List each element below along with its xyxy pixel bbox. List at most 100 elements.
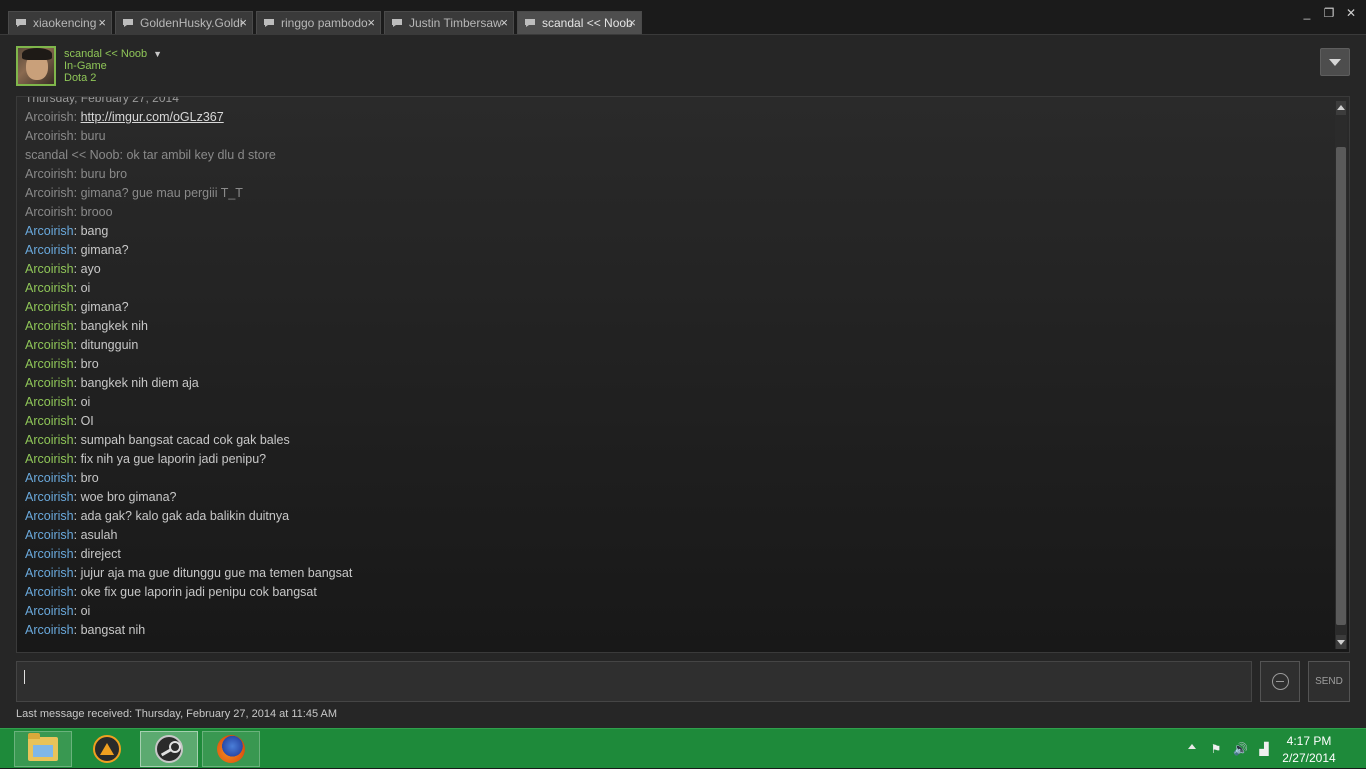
chat-message: Arcoirish: buru [25, 127, 352, 146]
taskbar-aimp[interactable] [78, 731, 136, 767]
message-text: bangkek nih [80, 319, 148, 333]
close-tab-icon[interactable]: × [367, 15, 375, 30]
steam-chat-window: xiaokencing × GoldenHusky.Goldi × ringgo pam… [0, 0, 1366, 728]
chevron-down-icon[interactable]: ▼ [153, 49, 162, 59]
avatar-hair [22, 48, 52, 60]
chat-bubble-icon [391, 18, 403, 28]
message-link[interactable]: http://imgur.com/oGLz367 [81, 110, 224, 124]
message-separator: : [73, 129, 81, 143]
chat-message: Arcoirish: fix nih ya gue laporin jadi p… [25, 450, 352, 469]
text-cursor [24, 670, 25, 684]
chat-tab-3[interactable]: Justin Timbersaw × [384, 11, 514, 34]
close-tab-icon[interactable]: × [239, 15, 247, 30]
message-separator: : [73, 528, 81, 542]
chat-tab-0[interactable]: xiaokencing × [8, 11, 112, 34]
close-tab-icon[interactable]: × [98, 15, 106, 30]
friend-game: Dota 2 [64, 72, 97, 84]
chat-tab-4[interactable]: scandal << Noob × [517, 11, 642, 34]
message-text: oi [80, 604, 91, 618]
message-sender: Arcoirish [25, 547, 74, 561]
message-text: woe bro gimana? [80, 490, 177, 504]
message-separator: : [73, 509, 81, 523]
chat-message: Arcoirish: buru bro [25, 165, 352, 184]
minimize-button[interactable]: _ [1300, 6, 1314, 20]
close-tab-icon[interactable]: × [628, 15, 636, 30]
scrollbar[interactable] [1335, 101, 1347, 649]
taskbar-steam[interactable] [140, 731, 198, 767]
message-separator: : [73, 319, 81, 333]
chat-tab-2[interactable]: ringgo pambodo × [256, 11, 381, 34]
taskbar-firefox[interactable] [202, 731, 260, 767]
chat-message: Arcoirish: OI [25, 412, 352, 431]
message-sender: Arcoirish [25, 262, 74, 276]
volume-icon[interactable]: 🔊 [1233, 742, 1248, 756]
message-sender: Arcoirish [25, 623, 74, 637]
chat-menu-button[interactable] [1320, 48, 1350, 76]
message-separator: : [73, 414, 81, 428]
message-sender: Arcoirish [25, 300, 74, 314]
action-center-icon[interactable]: ⚑ [1209, 742, 1223, 756]
tab-label: GoldenHusky.Goldi [140, 16, 243, 30]
message-separator: : [73, 205, 81, 219]
message-sender: Arcoirish [25, 452, 74, 466]
message-input[interactable] [16, 661, 1252, 702]
scroll-thumb[interactable] [1336, 147, 1346, 625]
chat-tab-1[interactable]: GoldenHusky.Goldi × [115, 11, 253, 34]
message-separator: : [73, 357, 81, 371]
last-message-status: Last message received: Thursday, Februar… [16, 708, 338, 720]
network-icon[interactable]: ▟ [1257, 742, 1271, 756]
close-window-button[interactable]: ✕ [1344, 6, 1358, 20]
chat-message: Arcoirish: gimana? [25, 241, 352, 260]
message-sender: Arcoirish [25, 566, 74, 580]
message-separator: : [73, 395, 81, 409]
send-button[interactable]: SEND [1308, 661, 1350, 702]
chat-bubble-icon [263, 18, 275, 28]
scroll-up-button[interactable] [1336, 101, 1346, 115]
emoticon-icon [1271, 673, 1289, 690]
message-sender: scandal << Noob [25, 148, 120, 162]
message-separator: : [73, 110, 81, 124]
message-text: sumpah bangsat cacad cok gak bales [80, 433, 290, 447]
chat-tabs: xiaokencing × GoldenHusky.Goldi × ringgo pam… [8, 11, 645, 34]
message-separator: : [73, 604, 81, 618]
message-separator: : [73, 452, 81, 466]
avatar[interactable] [16, 46, 56, 86]
file-explorer-icon [28, 733, 58, 761]
message-text: ayo [80, 262, 101, 276]
message-text: asulah [80, 528, 118, 542]
scroll-down-button[interactable] [1336, 635, 1346, 649]
message-sender: Arcoirish [25, 604, 74, 618]
date-header: Thursday, February 27, 2014 [25, 96, 179, 105]
message-separator: : [73, 167, 81, 181]
close-tab-icon[interactable]: × [500, 15, 508, 30]
chat-bubble-icon [524, 18, 536, 28]
show-hidden-icons-icon[interactable] [1188, 744, 1196, 749]
message-text: direject [80, 547, 121, 561]
message-text: gimana? [80, 243, 129, 257]
chat-message: Arcoirish: bro [25, 469, 352, 488]
message-sender: Arcoirish [25, 243, 74, 257]
chat-message: Arcoirish: oke fix gue laporin jadi peni… [25, 583, 352, 602]
message-separator: : [73, 338, 81, 352]
message-text: bro [80, 471, 99, 485]
message-sender: Arcoirish [25, 338, 74, 352]
clock-time[interactable]: 4:17 PM [1274, 734, 1344, 748]
friend-name[interactable]: scandal << Noob ▼ [64, 48, 162, 60]
chat-message: Arcoirish: http://imgur.com/oGLz367 [25, 108, 352, 127]
chat-message: Arcoirish: ditungguin [25, 336, 352, 355]
chat-message: Arcoirish: oi [25, 602, 352, 621]
emoticon-button[interactable] [1260, 661, 1300, 702]
chat-message: Arcoirish: bangkek nih diem aja [25, 374, 352, 393]
message-text: bangkek nih diem aja [80, 376, 199, 390]
aimp-icon [93, 735, 121, 763]
message-text: oi [80, 395, 91, 409]
chat-message: Arcoirish: bang [25, 222, 352, 241]
message-separator: : [73, 547, 81, 561]
message-sender: Arcoirish [25, 281, 74, 295]
chat-message: Arcoirish: jujur aja ma gue ditunggu gue… [25, 564, 352, 583]
window-controls: _ ❐ ✕ [1300, 6, 1358, 20]
clock-date[interactable]: 2/27/2014 [1274, 751, 1344, 765]
taskbar-file-explorer[interactable] [14, 731, 72, 767]
maximize-button[interactable]: ❐ [1322, 6, 1336, 20]
message-separator: : [73, 471, 81, 485]
